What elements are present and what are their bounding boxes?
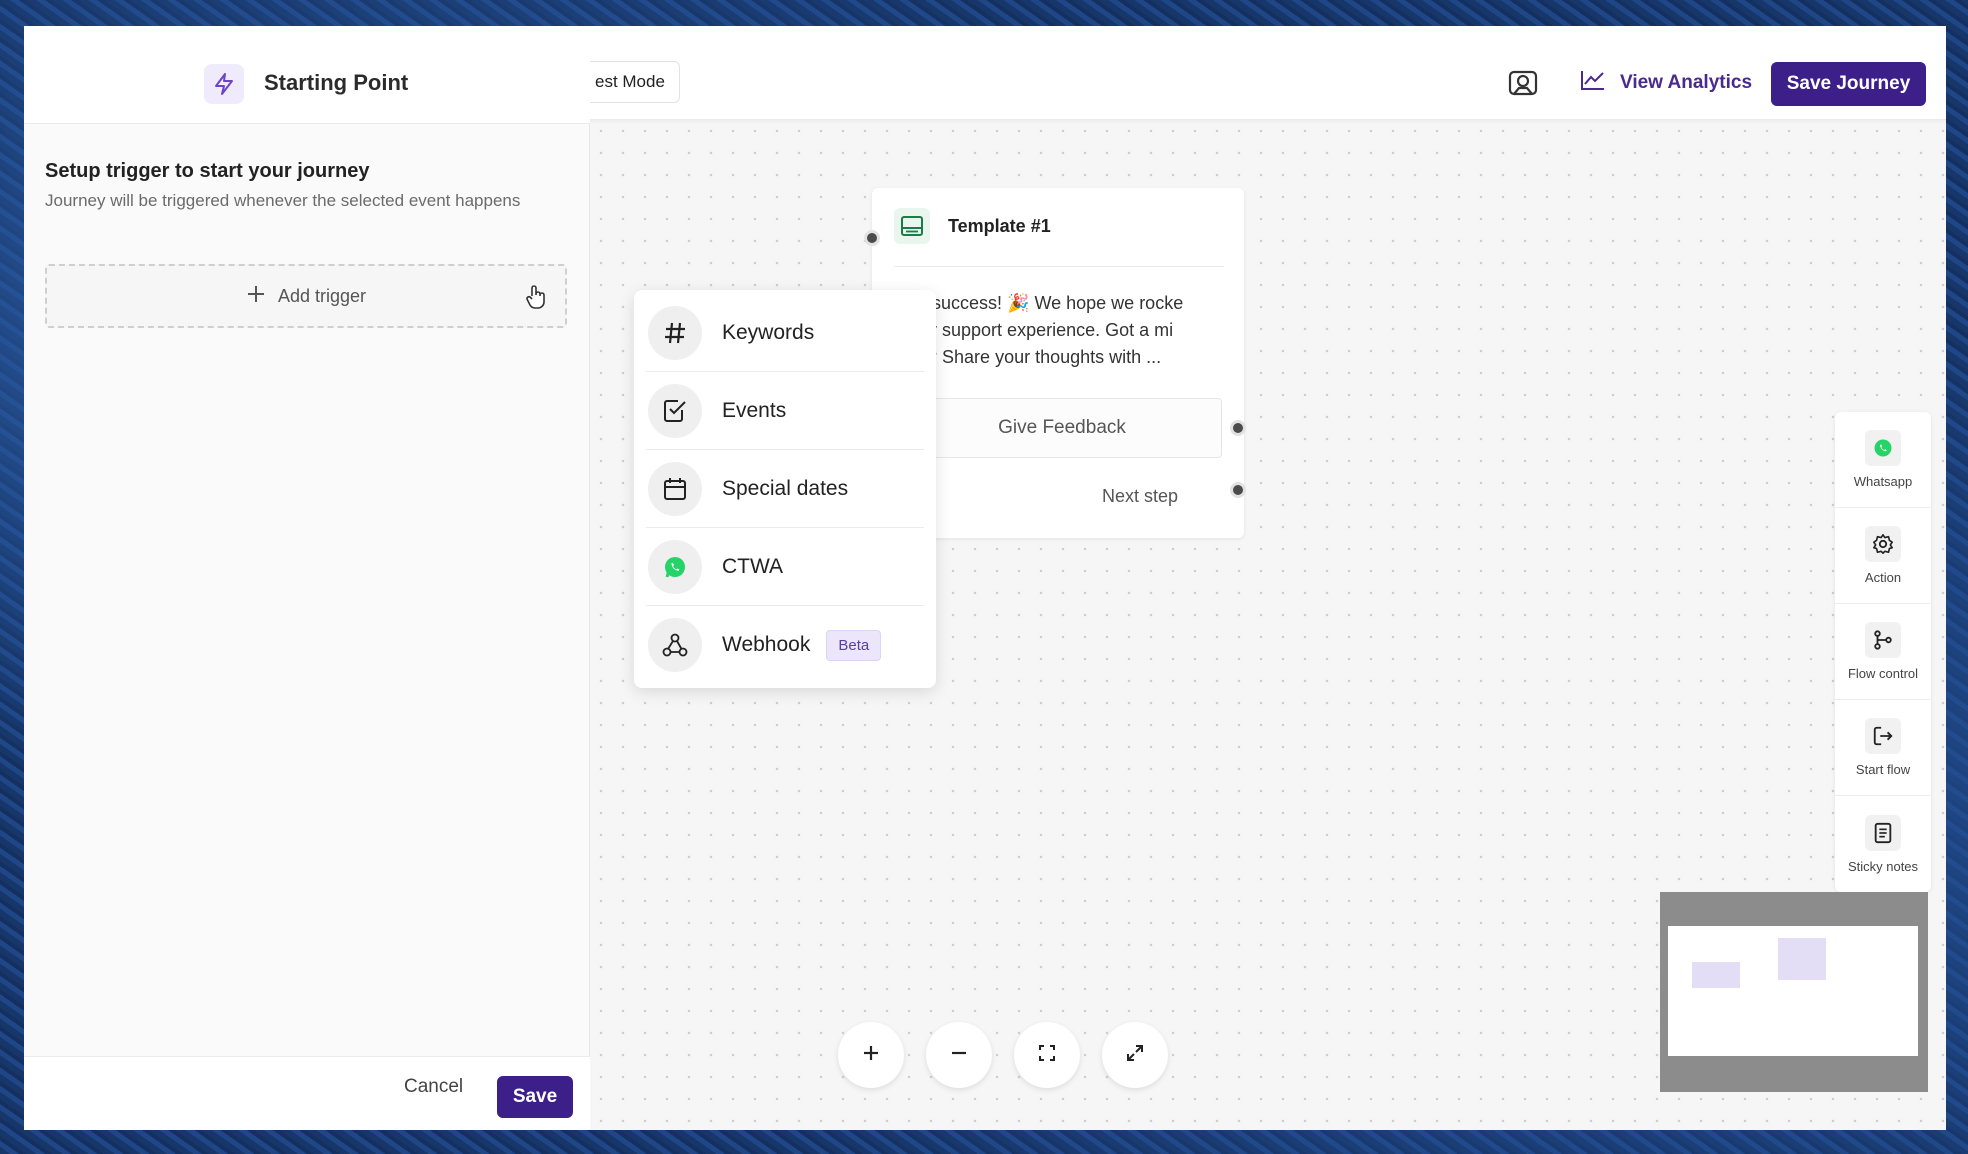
menu-item-ctwa[interactable]: CTWA	[646, 528, 924, 606]
view-analytics-link[interactable]: View Analytics	[1580, 68, 1752, 98]
hand-cursor-icon	[524, 284, 548, 310]
expand-icon	[1125, 1043, 1145, 1068]
whatsapp-icon	[648, 539, 702, 594]
menu-item-label: Keywords	[722, 320, 815, 344]
menu-item-label: Webhook	[722, 633, 811, 656]
save-journey-button[interactable]: Save Journey	[1771, 62, 1926, 106]
add-trigger-button[interactable]: Add trigger	[45, 264, 567, 328]
minus-icon	[949, 1043, 969, 1068]
setup-title: Setup trigger to start your journey	[45, 160, 370, 182]
plus-icon	[246, 284, 266, 309]
app-window: est Mode View Analytics Save Journey Tem…	[24, 26, 1946, 1130]
minimap[interactable]	[1660, 892, 1928, 1092]
branch-icon	[1865, 622, 1901, 658]
give-feedback-button[interactable]: Give Feedback	[902, 398, 1222, 458]
view-analytics-label: View Analytics	[1620, 72, 1753, 93]
feedback-output-port[interactable]	[1230, 420, 1246, 436]
sidebar-header: Starting Point	[24, 26, 590, 124]
bell-icon[interactable]	[1506, 66, 1540, 100]
palette-label: Start flow	[1855, 762, 1911, 777]
trigger-type-menu: Keywords Events Special dates CTWA Webho…	[634, 290, 936, 688]
palette-label: Flow control	[1847, 666, 1919, 681]
template-title: Template #1	[948, 216, 1051, 236]
palette-item-start-flow[interactable]: Start flow	[1835, 700, 1931, 796]
cancel-button[interactable]: Cancel	[404, 1076, 463, 1098]
trigger-sidebar: Starting Point Setup trigger to start yo…	[24, 26, 590, 1130]
fit-view-button[interactable]	[1014, 1022, 1080, 1088]
save-button[interactable]: Save	[497, 1076, 573, 1118]
palette-item-action[interactable]: Action	[1835, 508, 1931, 604]
template-message: hat success! 🎉 We hope we rocke your sup…	[902, 293, 1184, 367]
palette-label: Sticky notes	[1847, 858, 1919, 874]
chart-line-icon	[1580, 69, 1606, 97]
fullscreen-button[interactable]	[1102, 1022, 1168, 1088]
sidebar-title: Starting Point	[264, 70, 409, 95]
minimap-viewport	[1668, 926, 1918, 1056]
minimap-node	[1778, 938, 1826, 980]
minimap-node	[1692, 962, 1740, 988]
menu-item-special-dates[interactable]: Special dates	[646, 450, 924, 528]
input-port[interactable]	[864, 230, 880, 246]
menu-item-label: CTWA	[722, 554, 784, 578]
palette-item-flow-control[interactable]: Flow control	[1835, 604, 1931, 700]
zoom-in-button[interactable]	[838, 1022, 904, 1088]
menu-item-label: Special dates	[722, 476, 849, 500]
node-palette: Whatsapp Action Flow control Start flow …	[1835, 412, 1931, 892]
calendar-icon	[648, 461, 702, 516]
note-icon	[1865, 814, 1901, 851]
zoom-out-button[interactable]	[926, 1022, 992, 1088]
palette-label: Action	[1864, 570, 1902, 585]
checkbox-icon	[648, 383, 702, 438]
lightning-icon	[204, 64, 244, 104]
next-step-label: Next step	[1102, 486, 1179, 506]
palette-label: Whatsapp	[1853, 474, 1913, 489]
setup-description: Journey will be triggered whenever the s…	[45, 191, 521, 210]
beta-badge: Beta	[826, 629, 882, 661]
hash-icon	[648, 305, 702, 360]
test-mode-toggle[interactable]: est Mode	[584, 61, 680, 103]
palette-item-sticky-notes[interactable]: Sticky notes	[1835, 796, 1931, 892]
add-trigger-label: Add trigger	[277, 285, 367, 306]
menu-item-events[interactable]: Events	[646, 372, 924, 450]
plus-icon	[861, 1043, 881, 1068]
fit-screen-icon	[1037, 1043, 1057, 1068]
whatsapp-icon	[1865, 430, 1901, 466]
next-step-output-port[interactable]	[1230, 482, 1246, 498]
template-icon	[894, 208, 930, 244]
exit-icon	[1865, 718, 1901, 754]
divider	[894, 266, 1224, 267]
gear-icon	[1865, 526, 1901, 562]
menu-item-keywords[interactable]: Keywords	[646, 294, 924, 372]
menu-item-webhook[interactable]: Webhook Beta	[646, 606, 924, 684]
menu-item-label: Events	[722, 398, 787, 422]
webhook-icon	[648, 618, 702, 672]
palette-item-whatsapp[interactable]: Whatsapp	[1835, 412, 1931, 508]
